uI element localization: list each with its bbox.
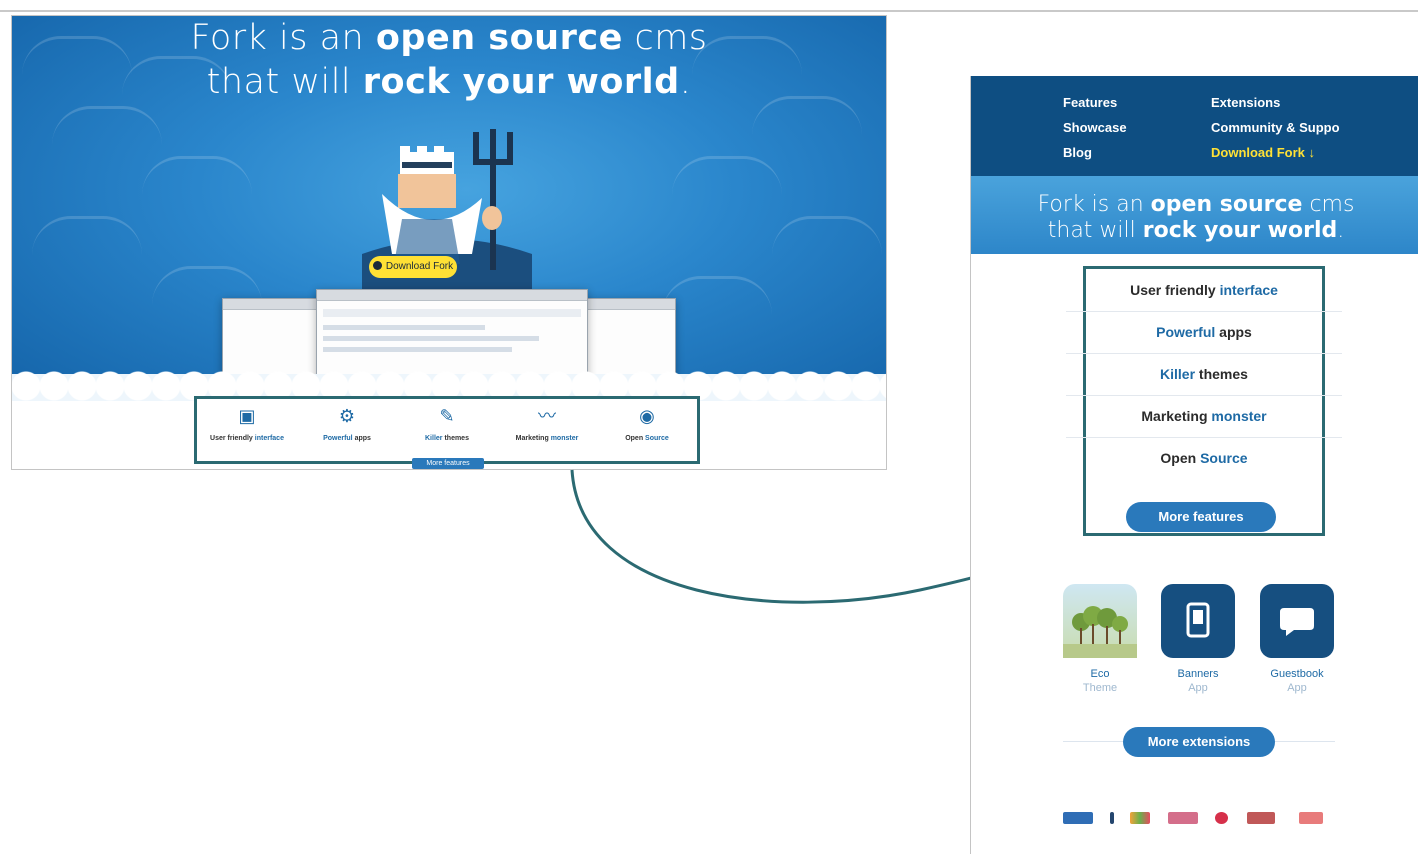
eco-theme-thumbnail[interactable] [1063, 584, 1137, 658]
extension-type: App [1287, 682, 1307, 694]
mobile-feature-powerful-apps[interactable]: Powerful apps [1066, 311, 1342, 354]
mobile-feature-open-source[interactable]: Open Source [1066, 437, 1342, 479]
feature-label: Marketing monster [515, 435, 579, 442]
pulse-icon: 〰 [538, 406, 556, 426]
mobile-screenshot: Features Showcase Blog Extensions Commun… [970, 76, 1418, 854]
mobile-feature-list: User friendly interface Powerful apps Ki… [1066, 266, 1342, 536]
mobile-feature-user-friendly[interactable]: User friendly interface [1066, 269, 1342, 312]
hero-headline-line1: Fork is an open source cms [190, 18, 708, 58]
speech-bubble-icon [1280, 608, 1314, 636]
client-logo [1247, 812, 1275, 824]
top-divider [0, 10, 1418, 12]
mobile-hero-line2: that will rock your world. [1047, 218, 1345, 243]
banners-app-thumbnail[interactable] [1161, 584, 1235, 658]
extension-name[interactable]: Guestbook [1252, 668, 1342, 680]
divider-line [1063, 741, 1123, 742]
feature-open-source[interactable]: ◉ Open Source [597, 403, 697, 442]
extension-name[interactable]: Eco [1055, 668, 1145, 680]
download-fork-button[interactable]: Download Fork [369, 256, 457, 278]
more-extensions-button[interactable]: More extensions [1123, 727, 1275, 757]
mobile-feature-marketing-monster[interactable]: Marketing monster [1066, 395, 1342, 438]
mobile-hero-line1: Fork is an open source cms [1037, 192, 1355, 217]
nav-item-community[interactable]: Community & Suppo [1211, 120, 1340, 135]
nav-item-features[interactable]: Features [1063, 95, 1117, 110]
guestbook-app-thumbnail[interactable] [1260, 584, 1334, 658]
hero-headline-line2: that will rock your world. [206, 62, 692, 102]
mobile-nav: Features Showcase Blog Extensions Commun… [971, 76, 1418, 176]
more-features-button[interactable]: More features [412, 458, 484, 469]
feature-marketing-monster[interactable]: 〰 Marketing monster [497, 403, 597, 442]
nav-item-download-fork[interactable]: Download Fork ↓ [1211, 145, 1315, 160]
feature-powerful-apps[interactable]: ⚙ Powerful apps [297, 403, 397, 442]
client-logo [1215, 812, 1228, 824]
wave-decoration [142, 156, 252, 195]
desktop-hero: Fork is an open source cms that will roc… [12, 16, 886, 401]
feature-label: Powerful apps [323, 435, 371, 442]
extension-type: App [1188, 682, 1208, 694]
hero-scallop-edge [12, 356, 886, 401]
mobile-more-features-button[interactable]: More features [1126, 502, 1276, 532]
nav-item-showcase[interactable]: Showcase [1063, 120, 1127, 135]
wave-decoration [672, 156, 782, 195]
nav-item-blog[interactable]: Blog [1063, 145, 1092, 160]
download-icon [372, 261, 382, 270]
nav-item-extensions[interactable]: Extensions [1211, 95, 1280, 110]
client-logo [1063, 812, 1093, 824]
wave-decoration [52, 106, 162, 145]
client-logo [1168, 812, 1198, 824]
mobile-hero: Fork is an open source cms that will roc… [971, 176, 1418, 254]
feature-label: User friendly interface [210, 435, 284, 442]
gears-icon: ⚙ [338, 406, 356, 426]
desktop-screenshot: Fork is an open source cms that will roc… [11, 15, 887, 470]
brush-icon: ✎ [439, 406, 455, 426]
open-source-icon: ◉ [639, 406, 655, 426]
monitor-icon: ▣ [238, 406, 256, 426]
feature-user-friendly[interactable]: ▣ User friendly interface [197, 403, 297, 442]
feature-label: Open Source [625, 435, 669, 442]
mobile-feature-killer-themes[interactable]: Killer themes [1066, 353, 1342, 396]
client-logo [1110, 812, 1114, 824]
desktop-feature-bar: ▣ User friendly interface ⚙ Powerful app… [194, 396, 700, 464]
banner-device-icon [1186, 602, 1210, 638]
client-logos [1063, 812, 1343, 826]
feature-killer-themes[interactable]: ✎ Killer themes [397, 403, 497, 442]
feature-label: Killer themes [425, 435, 469, 442]
extension-type: Theme [1082, 682, 1118, 694]
divider-line [1275, 741, 1335, 742]
trees-icon [1063, 606, 1137, 658]
extension-name[interactable]: Banners [1153, 668, 1243, 680]
wave-decoration [662, 276, 772, 315]
wave-decoration [32, 216, 142, 255]
wave-decoration [772, 216, 882, 255]
client-logo [1299, 812, 1323, 824]
client-logo [1130, 812, 1150, 824]
